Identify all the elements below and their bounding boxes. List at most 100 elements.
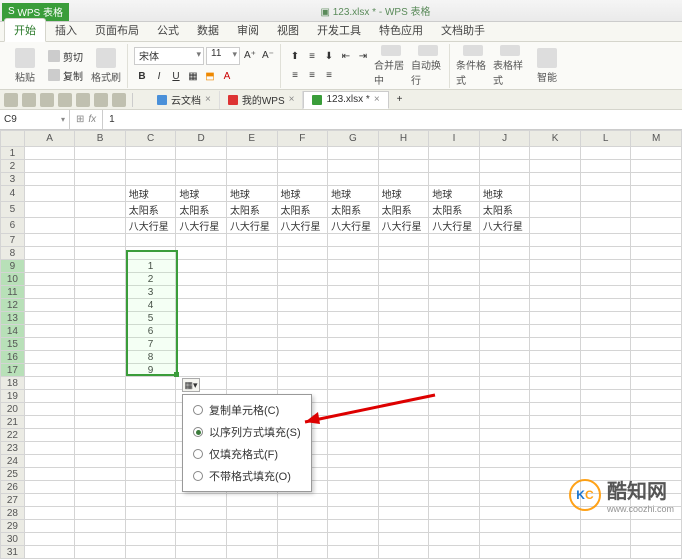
menu-tab-data[interactable]: 数据 [188, 19, 228, 41]
cell[interactable] [429, 546, 480, 559]
cell[interactable]: 地球 [378, 186, 429, 202]
cell[interactable] [580, 403, 630, 416]
cell[interactable] [277, 312, 328, 325]
cell[interactable] [125, 247, 176, 260]
cell[interactable] [580, 312, 630, 325]
cell[interactable] [328, 147, 379, 160]
cell[interactable] [479, 390, 530, 403]
undo-icon[interactable] [94, 93, 108, 107]
cell[interactable] [226, 494, 277, 507]
menu-tab-dochelper[interactable]: 文档助手 [432, 19, 494, 41]
cell[interactable]: 8 [125, 351, 176, 364]
cell[interactable] [580, 202, 630, 218]
fx-coord-icon[interactable]: ⊞ [76, 114, 84, 125]
cell[interactable] [479, 247, 530, 260]
cell[interactable] [631, 218, 682, 234]
cell[interactable] [226, 234, 277, 247]
cell[interactable] [580, 429, 630, 442]
cell[interactable] [580, 546, 630, 559]
add-tab-button[interactable]: + [389, 91, 411, 109]
cell[interactable] [24, 273, 74, 286]
row-header[interactable]: 16 [1, 351, 25, 364]
cell[interactable] [631, 338, 682, 351]
cell[interactable] [176, 147, 227, 160]
redo-icon[interactable] [112, 93, 126, 107]
align-bottom-button[interactable]: ⬇ [321, 48, 337, 64]
cell[interactable] [378, 377, 429, 390]
cell[interactable] [328, 442, 379, 455]
cell[interactable] [277, 247, 328, 260]
cell[interactable] [75, 520, 125, 533]
cell[interactable] [631, 416, 682, 429]
row-header[interactable]: 30 [1, 533, 25, 546]
cell[interactable] [277, 147, 328, 160]
formula-input[interactable]: 1 [103, 114, 682, 125]
cell[interactable] [75, 429, 125, 442]
row-header[interactable]: 1 [1, 147, 25, 160]
cell[interactable] [479, 312, 530, 325]
cell[interactable] [580, 325, 630, 338]
cell[interactable] [580, 299, 630, 312]
cell[interactable] [530, 160, 580, 173]
cell[interactable] [75, 468, 125, 481]
cell[interactable] [479, 234, 530, 247]
cell[interactable] [226, 312, 277, 325]
cell[interactable] [328, 533, 379, 546]
cell[interactable] [631, 147, 682, 160]
cell[interactable]: 八大行星 [328, 218, 379, 234]
cell[interactable] [429, 299, 480, 312]
doctab-cloud[interactable]: 云文档× [149, 91, 220, 109]
cell[interactable] [479, 273, 530, 286]
menu-tab-layout[interactable]: 页面布局 [86, 19, 148, 41]
cell[interactable]: 2 [125, 273, 176, 286]
cell[interactable] [24, 351, 74, 364]
cell[interactable]: 地球 [429, 186, 480, 202]
cell[interactable] [125, 147, 176, 160]
font-color-button[interactable]: A [219, 68, 235, 84]
cell[interactable] [226, 260, 277, 273]
cell[interactable] [328, 173, 379, 186]
cell[interactable] [580, 338, 630, 351]
cell[interactable] [429, 247, 480, 260]
cell[interactable] [277, 520, 328, 533]
cell[interactable] [277, 234, 328, 247]
row-header[interactable]: 10 [1, 273, 25, 286]
row-header[interactable]: 6 [1, 218, 25, 234]
cell[interactable] [429, 260, 480, 273]
cell[interactable] [24, 520, 74, 533]
menu-tab-review[interactable]: 审阅 [228, 19, 268, 41]
cell[interactable] [176, 520, 227, 533]
cell[interactable] [429, 494, 480, 507]
preview-icon[interactable] [76, 93, 90, 107]
cell[interactable] [125, 377, 176, 390]
close-icon[interactable]: × [289, 94, 295, 105]
cond-format-button[interactable]: 条件格式 [456, 45, 490, 87]
cell[interactable] [328, 338, 379, 351]
cell[interactable] [631, 312, 682, 325]
merge-center-button[interactable]: 合并居中 [374, 45, 408, 87]
cell[interactable] [125, 173, 176, 186]
cell[interactable] [378, 160, 429, 173]
cell[interactable] [226, 160, 277, 173]
cell[interactable] [631, 546, 682, 559]
cell[interactable] [125, 403, 176, 416]
cell[interactable] [429, 325, 480, 338]
cell[interactable] [24, 160, 74, 173]
cell[interactable] [530, 299, 580, 312]
cell[interactable]: 5 [125, 312, 176, 325]
doctab-file[interactable]: 123.xlsx *× [303, 91, 388, 109]
cell[interactable] [530, 202, 580, 218]
cell[interactable] [226, 351, 277, 364]
row-header[interactable]: 29 [1, 520, 25, 533]
row-header[interactable]: 3 [1, 173, 25, 186]
row-header[interactable]: 24 [1, 455, 25, 468]
cell[interactable]: 太阳系 [429, 202, 480, 218]
cell[interactable]: 4 [125, 299, 176, 312]
cell[interactable]: 太阳系 [176, 202, 227, 218]
cell[interactable]: 太阳系 [277, 202, 328, 218]
cell[interactable] [479, 299, 530, 312]
cell[interactable] [378, 299, 429, 312]
row-header[interactable]: 11 [1, 286, 25, 299]
row-header[interactable]: 20 [1, 403, 25, 416]
cell[interactable] [328, 234, 379, 247]
